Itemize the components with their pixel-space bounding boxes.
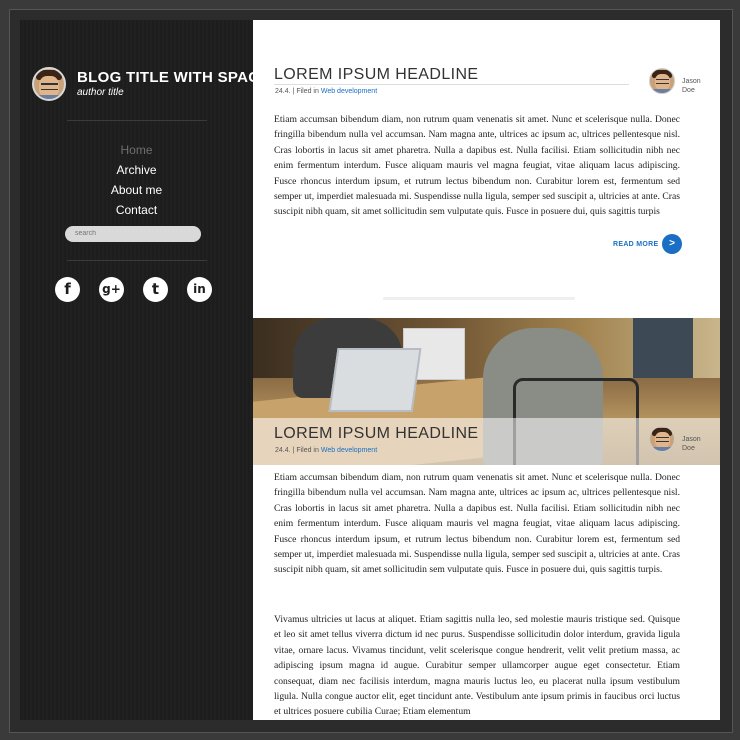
author-avatar[interactable] bbox=[32, 67, 66, 101]
social-links: f g+ t in bbox=[55, 277, 245, 303]
main-nav: Home Archive About me Contact bbox=[20, 140, 253, 220]
sidebar-divider bbox=[67, 120, 207, 121]
read-more-link[interactable]: READ MORE bbox=[613, 241, 658, 248]
twitter-icon[interactable]: t bbox=[143, 277, 168, 302]
post-body-paragraph-2: Vivamus ultricies ut lacus at aliquet. E… bbox=[274, 614, 680, 718]
google-plus-icon[interactable]: g+ bbox=[99, 277, 124, 302]
post-1: LOREM IPSUM HEADLINE 24.4. | Filed in We… bbox=[253, 20, 720, 318]
post-author-name[interactable]: Jason Doe bbox=[682, 77, 701, 95]
headline-rule bbox=[274, 84, 629, 85]
author-title: author title bbox=[77, 87, 124, 98]
author-last-name: Doe bbox=[682, 87, 695, 94]
filed-in-label: Filed in bbox=[296, 447, 319, 454]
filed-in-label: Filed in bbox=[296, 88, 319, 95]
meta-separator: | bbox=[292, 447, 295, 454]
facebook-icon[interactable]: f bbox=[55, 277, 80, 302]
category-link[interactable]: Web development bbox=[321, 447, 377, 454]
author-first-name: Jason bbox=[682, 78, 701, 85]
nav-item-home[interactable]: Home bbox=[20, 140, 253, 160]
nav-item-contact[interactable]: Contact bbox=[20, 200, 253, 220]
author-first-name: Jason bbox=[682, 436, 701, 443]
chevron-right-icon[interactable]: > bbox=[662, 234, 682, 254]
page-canvas: BLOG TITLE WITH SPACE author title Home … bbox=[20, 20, 720, 720]
nav-item-about-me[interactable]: About me bbox=[20, 180, 253, 200]
sidebar-divider-2 bbox=[67, 260, 207, 261]
post-author-name[interactable]: Jason Doe bbox=[682, 435, 701, 453]
linkedin-icon[interactable]: in bbox=[187, 277, 212, 302]
post-body: Etiam accumsan bibendum diam, non rutrum… bbox=[274, 114, 680, 218]
post-2: LOREM IPSUM HEADLINE 24.4. | Filed in We… bbox=[253, 318, 720, 720]
search-input[interactable] bbox=[65, 226, 201, 242]
post-meta: 24.4. | Filed in Web development bbox=[275, 88, 377, 95]
post-headline[interactable]: LOREM IPSUM HEADLINE bbox=[274, 425, 478, 443]
post-author-avatar[interactable] bbox=[649, 426, 675, 452]
post-author-avatar[interactable] bbox=[649, 68, 675, 94]
blog-header: BLOG TITLE WITH SPACE author title bbox=[32, 67, 269, 105]
post-separator bbox=[383, 297, 575, 300]
author-last-name: Doe bbox=[682, 445, 695, 452]
post-headline[interactable]: LOREM IPSUM HEADLINE bbox=[274, 66, 478, 84]
sidebar: BLOG TITLE WITH SPACE author title Home … bbox=[20, 20, 269, 720]
meta-separator: | bbox=[292, 88, 295, 95]
post-body: Etiam accumsan bibendum diam, non rutrum… bbox=[274, 472, 680, 576]
blog-title[interactable]: BLOG TITLE WITH SPACE bbox=[77, 69, 270, 86]
post-featured-image[interactable]: LOREM IPSUM HEADLINE 24.4. | Filed in We… bbox=[253, 318, 720, 465]
post-date: 24.4. bbox=[275, 88, 291, 95]
category-link[interactable]: Web development bbox=[321, 88, 377, 95]
nav-item-archive[interactable]: Archive bbox=[20, 160, 253, 180]
post-date: 24.4. bbox=[275, 447, 291, 454]
post-meta: 24.4. | Filed in Web development bbox=[275, 447, 377, 454]
